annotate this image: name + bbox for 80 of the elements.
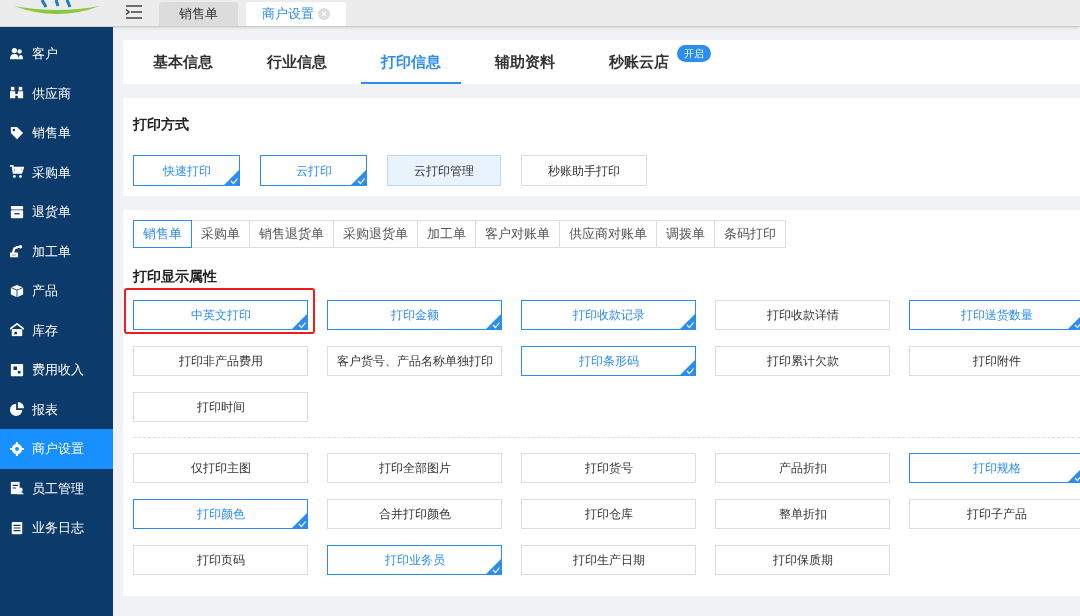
sidebar-item[interactable]: 销售单 [0, 113, 113, 153]
document-tab[interactable]: 销售单 [133, 220, 192, 248]
print-option-toggle[interactable]: 产品折扣 [715, 453, 890, 483]
document-icon [10, 362, 24, 377]
print-option-toggle[interactable]: 打印累计欠款 [715, 346, 890, 376]
print-option-toggle[interactable]: 打印页码 [133, 545, 308, 575]
print-option-toggle[interactable]: 仅打印主图 [133, 453, 308, 483]
settings-icon [10, 441, 24, 456]
cloud-print-manage-button[interactable]: 云打印管理 [387, 155, 501, 186]
section-title: 打印显示属性 [133, 267, 218, 286]
print-option-toggle[interactable]: 打印货号 [521, 453, 696, 483]
settings-tab[interactable]: 辅助资料 [475, 42, 575, 84]
print-method-toggle[interactable]: 快速打印 [133, 155, 240, 186]
menu-collapse-icon[interactable] [125, 5, 143, 19]
pie-chart-icon [10, 402, 24, 417]
tag-icon [10, 125, 24, 140]
print-option-toggle[interactable]: 打印非产品费用 [133, 346, 308, 376]
document-tab[interactable]: 供应商对账单 [559, 220, 657, 248]
status-badge: 开启 [677, 45, 711, 62]
cart-icon [10, 165, 24, 180]
top-tab[interactable]: 销售单 [159, 2, 238, 26]
person-document-icon [10, 481, 24, 496]
print-option-toggle[interactable]: 客户货号、产品名称单独打印 [327, 346, 502, 376]
print-option-toggle[interactable]: 中英文打印 [133, 300, 308, 330]
document-tab[interactable]: 条码打印 [714, 220, 786, 248]
check-corner-icon [291, 512, 308, 529]
settings-tab[interactable]: 行业信息 [247, 42, 347, 84]
print-option-toggle[interactable]: 打印子产品 [909, 499, 1080, 529]
top-tab[interactable]: 商户设置 [246, 2, 346, 26]
sidebar-item[interactable]: 退货单 [0, 192, 113, 232]
print-option-toggle[interactable]: 打印收款记录 [521, 300, 696, 330]
print-option-toggle[interactable]: 打印时间 [133, 392, 308, 422]
box-icon [10, 204, 24, 219]
print-option-toggle[interactable]: 打印规格 [909, 453, 1080, 483]
print-option-toggle[interactable]: 打印送货数量 [909, 300, 1080, 330]
section-title: 打印方式 [133, 115, 190, 134]
document-tab[interactable]: 销售退货单 [249, 220, 334, 248]
robot-arm-icon [10, 244, 24, 259]
check-corner-icon [679, 359, 696, 376]
check-corner-icon [223, 169, 240, 186]
sidebar-item[interactable]: 采购单 [0, 152, 113, 192]
assistant-print-button[interactable]: 秒账助手打印 [521, 155, 647, 186]
check-corner-icon [679, 313, 696, 330]
print-option-toggle[interactable]: 打印收款详情 [715, 300, 890, 330]
house-icon [10, 323, 24, 338]
print-method-toggle[interactable]: 云打印 [260, 155, 367, 186]
document-tab[interactable]: 采购退货单 [333, 220, 418, 248]
print-option-toggle[interactable]: 打印仓库 [521, 499, 696, 529]
print-option-toggle[interactable]: 打印保质期 [715, 545, 890, 575]
check-corner-icon [485, 558, 502, 575]
print-option-toggle[interactable]: 打印全部图片 [327, 453, 502, 483]
users-icon [10, 46, 24, 61]
print-option-toggle[interactable]: 打印金额 [327, 300, 502, 330]
print-option-toggle[interactable]: 打印附件 [909, 346, 1080, 376]
document-tab[interactable]: 加工单 [417, 220, 476, 248]
sidebar-item[interactable]: 报表 [0, 389, 113, 429]
sidebar-item[interactable]: 业务日志 [0, 508, 113, 548]
print-option-toggle[interactable]: 打印生产日期 [521, 545, 696, 575]
list-icon [10, 520, 24, 535]
sidebar-item[interactable]: 产品 [0, 271, 113, 311]
sidebar-item[interactable]: 供应商 [0, 73, 113, 113]
sidebar-item[interactable]: 客户 [0, 34, 113, 74]
document-tab[interactable]: 采购单 [191, 220, 250, 248]
people-icon [10, 86, 24, 101]
print-option-toggle[interactable]: 整单折扣 [715, 499, 890, 529]
cube-icon [10, 283, 24, 298]
print-option-toggle[interactable]: 打印业务员 [327, 545, 502, 575]
check-corner-icon [291, 313, 308, 330]
check-corner-icon [485, 313, 502, 330]
sidebar-item[interactable]: 员工管理 [0, 468, 113, 508]
sidebar-item[interactable]: 费用收入 [0, 350, 113, 390]
document-tab[interactable]: 调拨单 [656, 220, 715, 248]
sidebar-item[interactable]: 加工单 [0, 231, 113, 271]
sidebar-item[interactable]: 库存 [0, 310, 113, 350]
check-corner-icon [350, 169, 367, 186]
settings-tab[interactable]: 基本信息 [133, 42, 233, 84]
print-option-toggle[interactable]: 打印颜色 [133, 499, 308, 529]
document-tab[interactable]: 客户对账单 [475, 220, 560, 248]
print-option-toggle[interactable]: 合并打印颜色 [327, 499, 502, 529]
print-option-toggle[interactable]: 打印条形码 [521, 346, 696, 376]
